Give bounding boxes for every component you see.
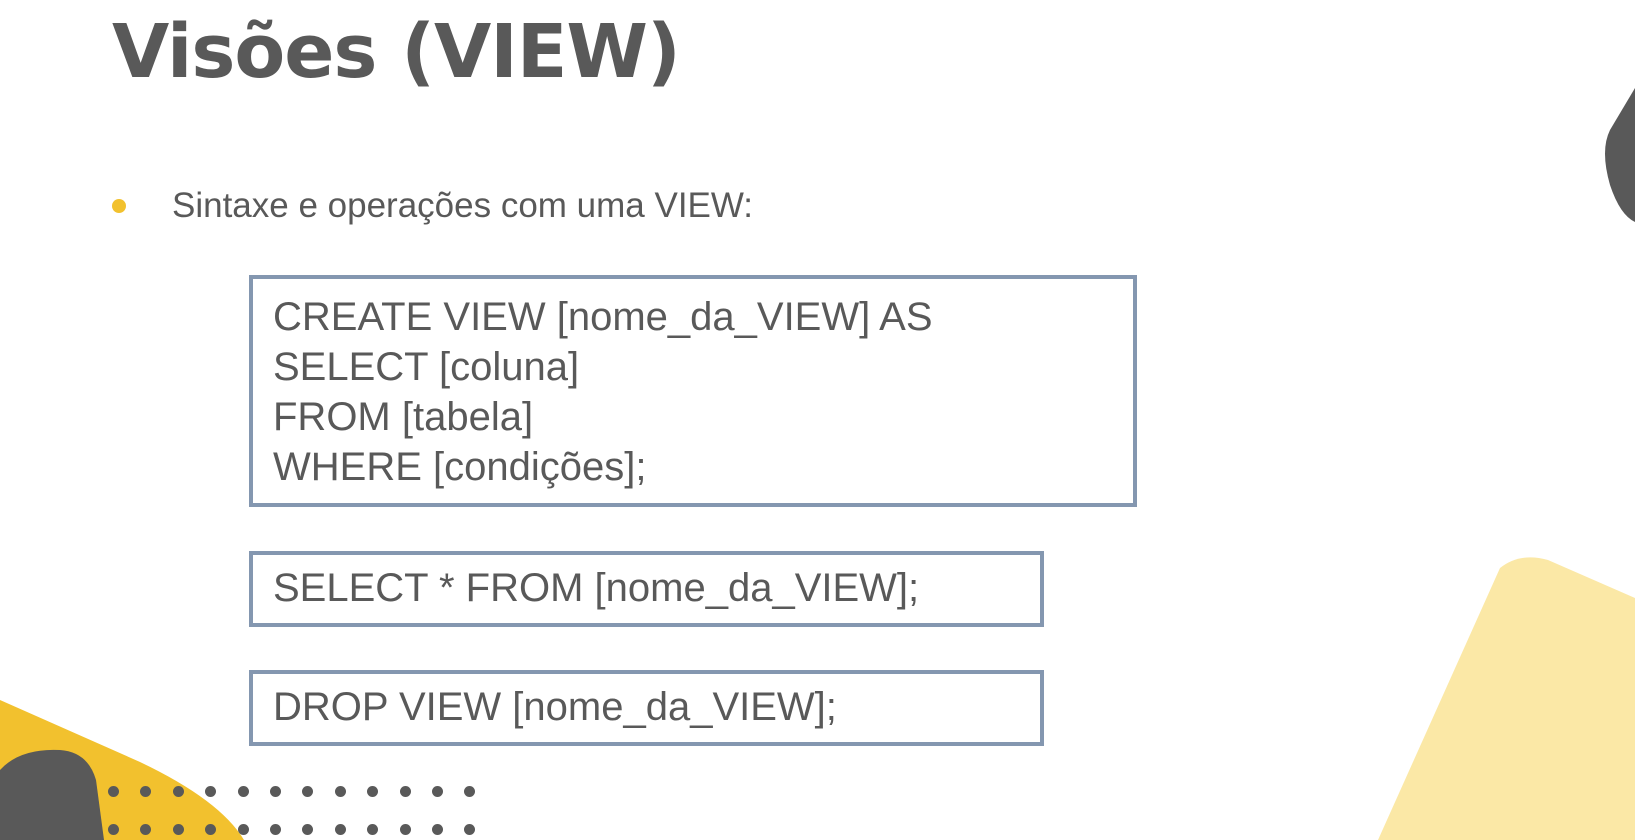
dot bbox=[140, 786, 152, 797]
code-line: SELECT [coluna] bbox=[273, 345, 580, 389]
dot bbox=[269, 786, 281, 797]
dot bbox=[172, 824, 184, 835]
dot bbox=[399, 786, 411, 797]
dot-pattern bbox=[108, 786, 497, 840]
dot bbox=[367, 786, 379, 797]
bullet-text: Sintaxe e operações com uma VIEW: bbox=[172, 186, 754, 225]
dot bbox=[431, 786, 443, 797]
dot bbox=[237, 824, 249, 835]
pale-yellow-shape-bottom-right bbox=[1378, 557, 1635, 840]
code-line: SELECT * FROM [nome_da_VIEW]; bbox=[273, 566, 920, 610]
dark-corner-shape-top-right bbox=[1605, 88, 1635, 222]
dot bbox=[334, 786, 346, 797]
dot bbox=[464, 824, 476, 835]
dot bbox=[302, 786, 314, 797]
dot bbox=[464, 786, 476, 797]
dot bbox=[172, 786, 184, 797]
dot bbox=[367, 824, 379, 835]
slide: Visões (VIEW) Sintaxe e operações com um… bbox=[0, 0, 1635, 840]
dot bbox=[140, 824, 152, 835]
dot bbox=[205, 786, 217, 797]
dot bbox=[334, 824, 346, 835]
dot bbox=[431, 824, 443, 835]
dot bbox=[108, 824, 119, 835]
dot bbox=[108, 786, 119, 797]
bullet-item: Sintaxe e operações com uma VIEW: bbox=[112, 186, 753, 226]
code-line: WHERE [condições]; bbox=[273, 445, 647, 489]
code-line: DROP VIEW [nome_da_VIEW]; bbox=[273, 685, 837, 729]
dot bbox=[205, 824, 217, 835]
dot bbox=[237, 786, 249, 797]
create-view-code-box: CREATE VIEW [nome_da_VIEW] AS SELECT [co… bbox=[249, 275, 1137, 507]
select-view-code-box: SELECT * FROM [nome_da_VIEW]; bbox=[249, 551, 1044, 627]
dot bbox=[399, 824, 411, 835]
bullet-dot-icon bbox=[112, 199, 126, 213]
drop-view-code-box: DROP VIEW [nome_da_VIEW]; bbox=[249, 670, 1044, 746]
code-line: CREATE VIEW [nome_da_VIEW] AS bbox=[273, 295, 933, 339]
slide-title: Visões (VIEW) bbox=[112, 9, 681, 95]
dot bbox=[269, 824, 281, 835]
code-line: FROM [tabela] bbox=[273, 395, 534, 439]
dot bbox=[302, 824, 314, 835]
